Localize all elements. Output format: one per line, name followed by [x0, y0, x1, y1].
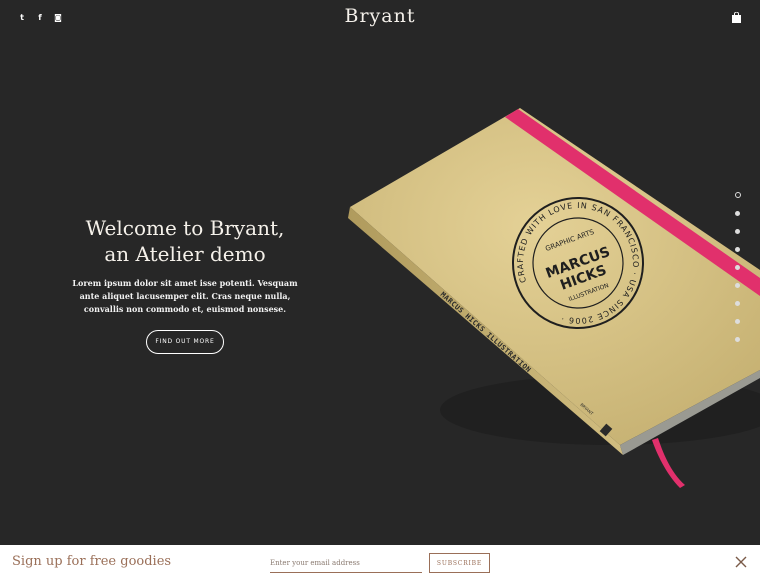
shopping-bag-icon[interactable]: [732, 12, 741, 23]
hero-title-line2: an Atelier demo: [104, 242, 266, 266]
slide-dot-6[interactable]: [735, 283, 740, 288]
hero-intro: Welcome to Bryant, an Atelier demo Lorem…: [70, 215, 300, 354]
slide-pagination: [735, 192, 741, 355]
slide-dot-3[interactable]: [735, 229, 740, 234]
slide-dot-4[interactable]: [735, 247, 740, 252]
hero-text: Lorem ipsum dolor sit amet isse potenti.…: [72, 278, 298, 314]
notebook-image: CRAFTED WITH LOVE IN SAN FRANCISCO · USA…: [348, 108, 760, 488]
hero-title: Welcome to Bryant, an Atelier demo: [70, 215, 300, 267]
hero-title-line1: Welcome to Bryant,: [85, 216, 285, 240]
slide-dot-8[interactable]: [735, 319, 740, 324]
find-out-more-button[interactable]: FIND OUT MORE: [146, 330, 224, 354]
site-logo[interactable]: Bryant: [0, 5, 760, 27]
signup-title: Sign up for free goodies: [12, 554, 172, 569]
email-input[interactable]: [270, 553, 422, 573]
slide-dot-5[interactable]: [735, 265, 740, 270]
slide-dot-2[interactable]: [735, 211, 740, 216]
slide-dot-9[interactable]: [735, 337, 740, 342]
close-icon[interactable]: [735, 556, 747, 568]
subscribe-button[interactable]: SUBSCRIBE: [429, 553, 490, 573]
hero-section: t f ◙ Bryant Welcome to Bryant, an Ateli…: [0, 0, 760, 545]
slide-dot-7[interactable]: [735, 301, 740, 306]
slide-dot-1[interactable]: [735, 192, 741, 198]
